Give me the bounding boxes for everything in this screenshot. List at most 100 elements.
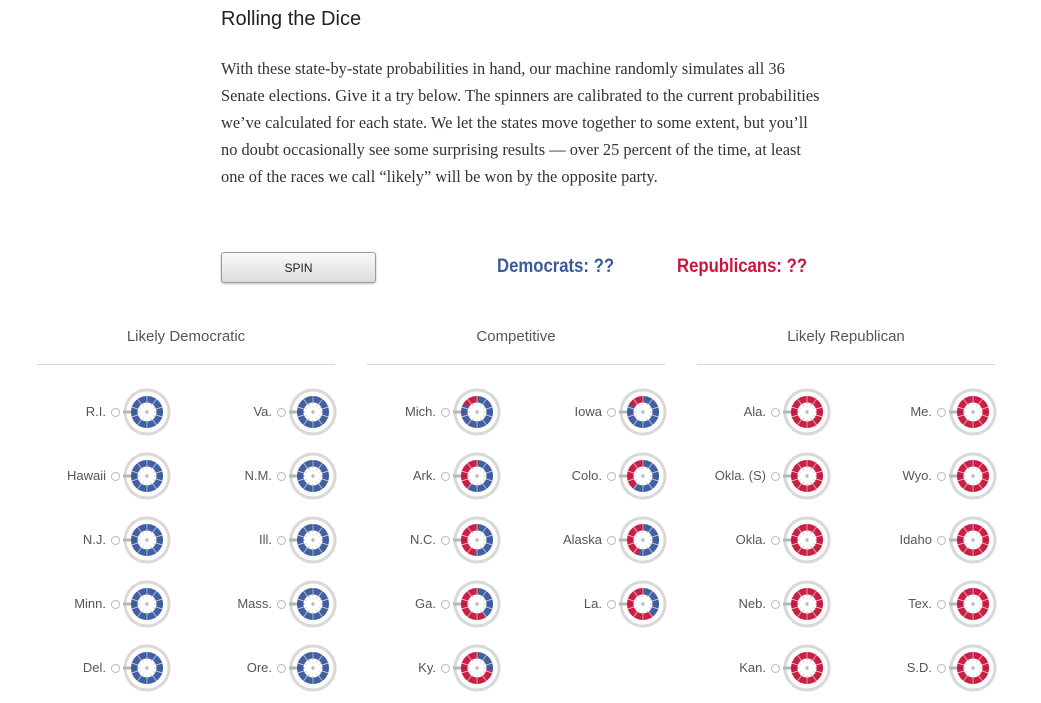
state-spinner-icon[interactable] <box>443 448 527 504</box>
state-spinner-icon[interactable] <box>279 448 363 504</box>
state-spinner-icon[interactable] <box>773 640 857 696</box>
state-spinner-icon[interactable] <box>773 512 857 568</box>
state-radio[interactable] <box>607 472 616 481</box>
state-row: Del. <box>37 640 186 696</box>
state-radio[interactable] <box>441 536 450 545</box>
state-label: Ark. <box>412 468 436 483</box>
state-radio[interactable] <box>277 600 286 609</box>
state-label: R.I. <box>85 404 106 419</box>
state-spinner-icon[interactable] <box>609 576 693 632</box>
state-label: Mich. <box>404 404 436 419</box>
state-row: Tex. <box>863 576 1012 632</box>
state-spinner-icon[interactable] <box>773 448 857 504</box>
state-spinner-icon[interactable] <box>443 640 527 696</box>
state-row: Ark. <box>367 448 516 504</box>
state-spinner-icon[interactable] <box>279 640 363 696</box>
state-radio[interactable] <box>937 664 946 673</box>
state-label: Okla. <box>735 532 766 547</box>
state-spinner-icon[interactable] <box>279 576 363 632</box>
state-spinner-icon[interactable] <box>773 384 857 440</box>
state-radio[interactable] <box>771 664 780 673</box>
state-radio[interactable] <box>441 664 450 673</box>
state-radio[interactable] <box>607 600 616 609</box>
state-radio[interactable] <box>277 536 286 545</box>
state-label: Ga. <box>415 596 436 611</box>
state-row: N.C. <box>367 512 516 568</box>
state-row: Ill. <box>203 512 352 568</box>
state-radio[interactable] <box>607 408 616 417</box>
state-spinner-icon[interactable] <box>609 384 693 440</box>
state-spinner-icon[interactable] <box>113 640 197 696</box>
state-label: Alaska <box>562 532 602 547</box>
state-spinner-icon[interactable] <box>113 512 197 568</box>
state-radio[interactable] <box>771 536 780 545</box>
state-label: Ore. <box>246 660 272 675</box>
state-row: Minn. <box>37 576 186 632</box>
state-radio[interactable] <box>111 600 120 609</box>
state-spinner-icon[interactable] <box>113 576 197 632</box>
state-label: Ill. <box>259 532 272 547</box>
state-radio[interactable] <box>937 408 946 417</box>
state-spinner-icon[interactable] <box>939 384 1023 440</box>
state-radio[interactable] <box>111 472 120 481</box>
state-radio[interactable] <box>441 408 450 417</box>
state-spinner-icon[interactable] <box>443 512 527 568</box>
state-radio[interactable] <box>111 536 120 545</box>
state-radio[interactable] <box>937 536 946 545</box>
state-radio[interactable] <box>771 408 780 417</box>
state-label: Me. <box>910 404 932 419</box>
state-spinner-icon[interactable] <box>939 640 1023 696</box>
state-spinner-icon[interactable] <box>443 384 527 440</box>
state-spinner-icon[interactable] <box>279 512 363 568</box>
state-radio[interactable] <box>937 600 946 609</box>
state-spinner-icon[interactable] <box>939 448 1023 504</box>
state-label: Ky. <box>418 660 436 675</box>
state-label: Mass. <box>237 596 272 611</box>
state-radio[interactable] <box>111 408 120 417</box>
state-radio[interactable] <box>441 472 450 481</box>
state-spinner-icon[interactable] <box>443 576 527 632</box>
group-likely-republican: Likely Republican Ala. Me. Okla. (S) Wyo. Ok… <box>697 326 997 692</box>
group-heading: Likely Democratic <box>37 326 335 365</box>
state-row: N.J. <box>37 512 186 568</box>
state-radio[interactable] <box>277 664 286 673</box>
state-row: Va. <box>203 384 352 440</box>
state-radio[interactable] <box>771 600 780 609</box>
state-label: Hawaii <box>66 468 106 483</box>
republicans-tally: Republicans: ?? <box>677 256 808 277</box>
state-spinner-icon[interactable] <box>279 384 363 440</box>
spin-button[interactable]: SPIN <box>221 252 376 283</box>
state-row: Okla. <box>697 512 846 568</box>
state-spinner-icon[interactable] <box>113 384 197 440</box>
state-row: Ala. <box>697 384 846 440</box>
state-row: La. <box>533 576 682 632</box>
state-spinner-icon[interactable] <box>113 448 197 504</box>
state-label: N.J. <box>82 532 106 547</box>
state-label: La. <box>583 596 602 611</box>
state-radio[interactable] <box>607 536 616 545</box>
state-spinner-icon[interactable] <box>773 576 857 632</box>
state-spinner-icon[interactable] <box>609 512 693 568</box>
state-radio[interactable] <box>111 664 120 673</box>
state-radio[interactable] <box>771 472 780 481</box>
state-spinner-icon[interactable] <box>939 576 1023 632</box>
state-row: Ga. <box>367 576 516 632</box>
state-label: N.C. <box>410 532 436 547</box>
state-row: Mich. <box>367 384 516 440</box>
state-row: Alaska <box>533 512 682 568</box>
state-label: S.D. <box>906 660 932 675</box>
state-radio[interactable] <box>937 472 946 481</box>
state-radio[interactable] <box>277 472 286 481</box>
state-radio[interactable] <box>277 408 286 417</box>
state-spinner-icon[interactable] <box>609 448 693 504</box>
state-spinner-icon[interactable] <box>939 512 1023 568</box>
state-radio[interactable] <box>441 600 450 609</box>
state-label: Colo. <box>571 468 602 483</box>
democrats-tally: Democrats: ?? <box>497 256 615 277</box>
group-likely-democratic: Likely Democratic R.I. Va. Hawaii N.M. N.J. I… <box>37 326 337 692</box>
state-row: S.D. <box>863 640 1012 696</box>
state-row: Me. <box>863 384 1012 440</box>
state-label: Idaho <box>899 532 932 547</box>
state-label: Okla. (S) <box>714 468 766 483</box>
state-row: R.I. <box>37 384 186 440</box>
